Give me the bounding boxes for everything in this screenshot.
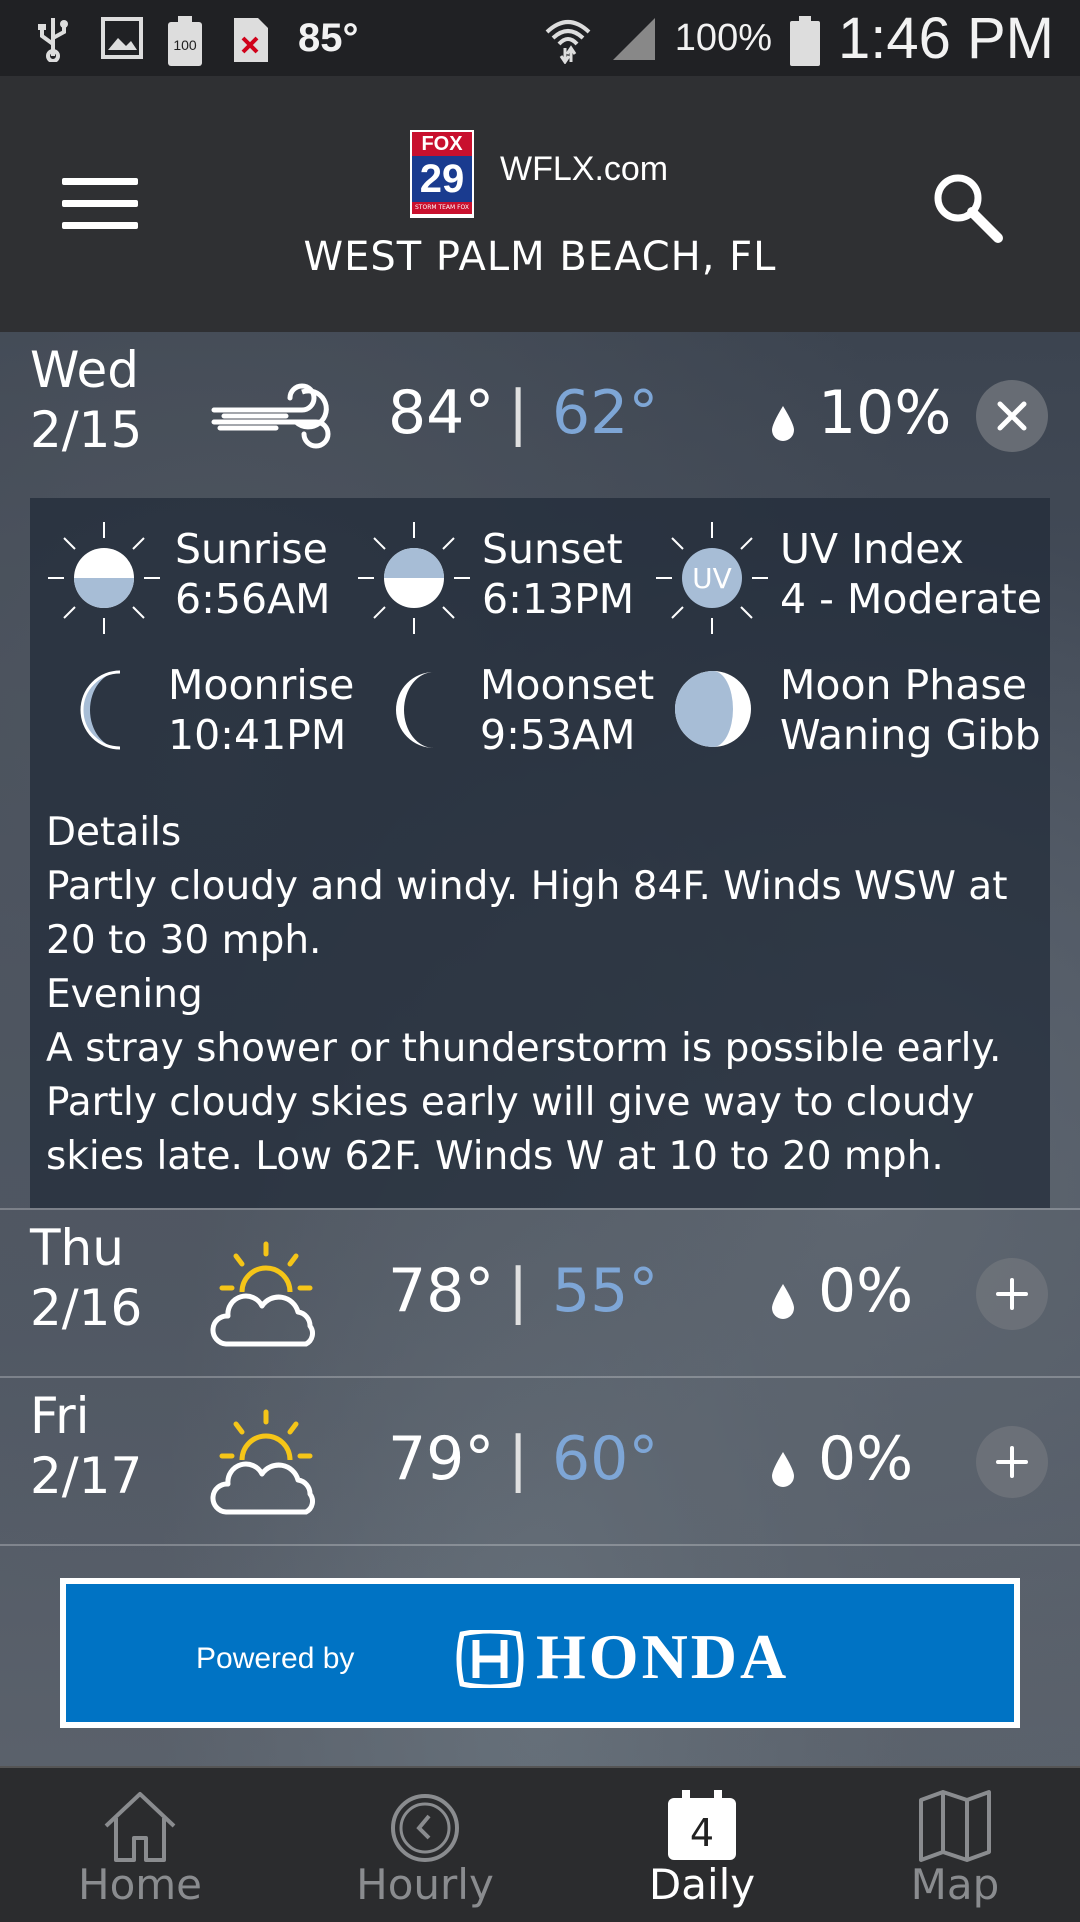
- sunrise-time: 6:56AM: [175, 575, 331, 623]
- low-temp: 60°: [552, 1424, 659, 1494]
- nav-daily[interactable]: 4 Daily: [567, 1768, 837, 1922]
- station-logo: FOX 29 STORM TEAM FOX WFLX.com: [410, 130, 790, 220]
- day-detail-panel: Sunrise 6:56AM Sunset 6:13PM UV UV Index…: [30, 498, 1050, 1208]
- day-date: 2/16: [30, 1279, 143, 1337]
- close-icon: [997, 401, 1027, 431]
- high-temp: 84°: [388, 378, 495, 448]
- site-name: WFLX.com: [500, 150, 669, 188]
- nav-home[interactable]: Home: [5, 1768, 275, 1922]
- raindrop-icon: [768, 1280, 798, 1322]
- battery-100-icon: 100: [166, 16, 204, 66]
- image-icon: [100, 16, 143, 60]
- expand-button[interactable]: [976, 1258, 1048, 1330]
- honda-brand: HONDA: [536, 1621, 790, 1692]
- moon-phase-value: Waning Gibbous: [780, 711, 1042, 759]
- sunrise-label: Sunrise: [175, 525, 328, 573]
- nav-daily-label: Daily: [648, 1860, 756, 1909]
- moonrise-icon: [56, 658, 156, 758]
- moonset-icon: [370, 658, 470, 758]
- file-error-icon: [232, 16, 270, 62]
- day-name: Thu: [30, 1219, 124, 1277]
- map-icon: [919, 1790, 991, 1862]
- status-time: 1:46 PM: [838, 5, 1054, 71]
- sunset-icon: [354, 518, 474, 638]
- low-temp: 62°: [552, 378, 659, 448]
- status-temperature: 85°: [298, 15, 359, 60]
- day-name: Fri: [30, 1387, 90, 1445]
- sunrise-icon: [44, 518, 164, 638]
- precip-chance: 0%: [818, 1256, 914, 1326]
- nav-hourly-label: Hourly: [356, 1860, 494, 1909]
- powered-by-text: Powered by: [196, 1642, 355, 1675]
- sunset-time: 6:13PM: [482, 575, 635, 623]
- forecast-details: Details Partly cloudy and windy. High 84…: [46, 806, 1036, 1184]
- temp-separator: |: [508, 378, 529, 448]
- forecast-row-wed[interactable]: Wed 2/15 84° | 62° 10%: [0, 332, 1080, 498]
- low-temp: 55°: [552, 1256, 659, 1326]
- day-date: 2/15: [30, 401, 143, 459]
- location-title: WEST PALM BEACH, FL: [303, 234, 777, 280]
- nav-hourly[interactable]: Hourly: [290, 1768, 560, 1922]
- nav-home-label: Home: [77, 1860, 203, 1909]
- uv-value: 4 - Moderate: [780, 575, 1042, 623]
- search-button[interactable]: [926, 166, 1006, 246]
- precip-chance: 0%: [818, 1424, 914, 1494]
- evening-text: A stray shower or thunderstorm is possib…: [46, 1026, 1002, 1179]
- battery-icon: [790, 16, 820, 66]
- home-icon: [104, 1792, 176, 1862]
- sunset-label: Sunset: [482, 525, 623, 573]
- temp-separator: |: [508, 1424, 529, 1494]
- raindrop-icon: [768, 1448, 798, 1490]
- clock-icon: [391, 1794, 459, 1862]
- details-text: Partly cloudy and windy. High 84F. Winds…: [46, 864, 1008, 963]
- svg-text:100: 100: [173, 37, 197, 53]
- moonset-label: Moonset: [480, 661, 655, 709]
- evening-heading: Evening: [46, 972, 203, 1017]
- bottom-nav: Home Hourly 4 Daily Map: [0, 1766, 1080, 1922]
- moonrise-label: Moonrise: [168, 661, 355, 709]
- hamburger-icon: [62, 178, 138, 185]
- forecast-row-fri[interactable]: Fri 2/17 79° | 60° 0%: [0, 1378, 1080, 1546]
- menu-button[interactable]: [62, 178, 138, 232]
- expand-button[interactable]: [976, 1426, 1048, 1498]
- moonset-time: 9:53AM: [480, 711, 636, 759]
- sponsor-banner[interactable]: Powered by HONDA: [60, 1578, 1020, 1728]
- forecast-row-thu[interactable]: Thu 2/16 78° | 55° 0%: [0, 1210, 1080, 1378]
- search-icon: [934, 174, 1003, 243]
- day-name: Wed: [30, 341, 140, 399]
- precip-chance: 10%: [818, 378, 952, 448]
- day-date: 2/17: [30, 1447, 143, 1505]
- nav-map[interactable]: Map: [820, 1768, 1080, 1922]
- wind-icon: [206, 362, 336, 472]
- fox29-logo: FOX 29 STORM TEAM FOX: [410, 130, 474, 218]
- signal-icon: [611, 16, 657, 60]
- usb-icon: [34, 16, 72, 63]
- svg-text:4: 4: [690, 1811, 714, 1855]
- svg-text:UV: UV: [692, 562, 732, 595]
- high-temp: 78°: [388, 1256, 495, 1326]
- partly-sunny-icon: [206, 1240, 336, 1350]
- raindrop-icon: [768, 402, 798, 444]
- moonrise-time: 10:41PM: [168, 711, 347, 759]
- temp-separator: |: [508, 1256, 529, 1326]
- uv-index-icon: UV: [652, 518, 772, 638]
- wifi-icon: [543, 16, 593, 65]
- uv-label: UV Index: [780, 525, 964, 573]
- honda-logo-icon: [456, 1630, 524, 1688]
- calendar-icon: 4: [668, 1790, 736, 1860]
- plus-icon: [996, 1446, 1028, 1478]
- plus-icon: [996, 1278, 1028, 1310]
- status-bar: 100 85° 100% 1:46 PM: [0, 0, 1080, 76]
- battery-percent: 100%: [674, 16, 772, 59]
- moon-phase-icon: [670, 666, 756, 752]
- partly-sunny-icon: [206, 1408, 336, 1518]
- nav-map-label: Map: [910, 1860, 1000, 1909]
- details-heading: Details: [46, 810, 182, 855]
- moon-phase-label: Moon Phase: [780, 661, 1027, 709]
- collapse-button[interactable]: [976, 380, 1048, 452]
- high-temp: 79°: [388, 1424, 495, 1494]
